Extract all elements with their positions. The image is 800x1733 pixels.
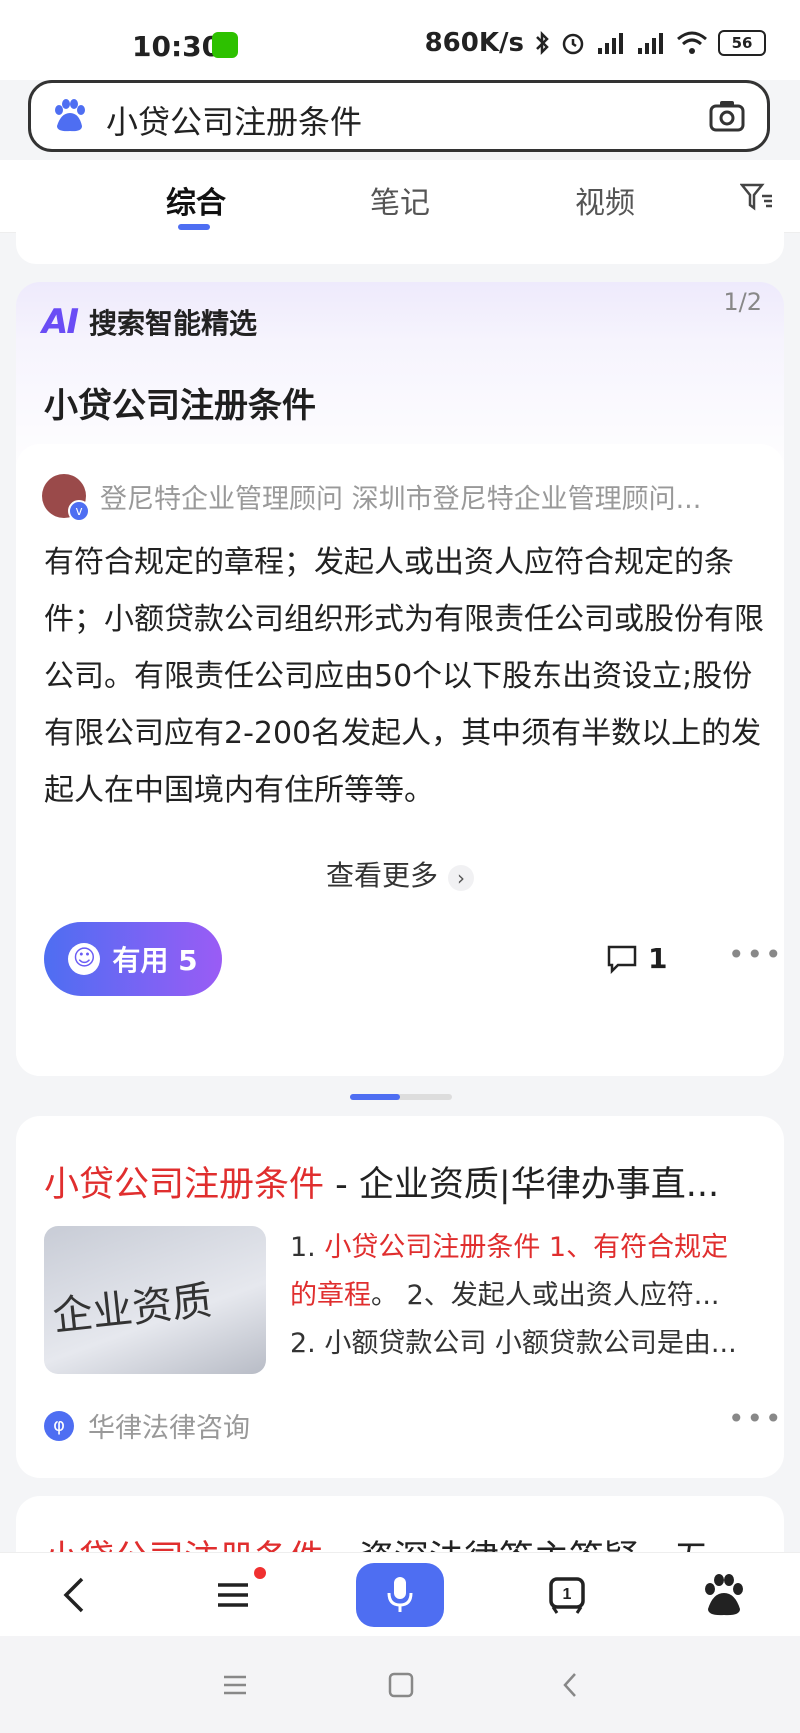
system-back-icon[interactable] [556,1670,586,1700]
ai-summary-card: AI 搜索智能精选 1/2 小贷公司注册条件 v 登尼特企业管理顾问 深圳市登尼… [16,282,784,1076]
carousel-indicator [350,1094,452,1100]
system-home-icon[interactable] [386,1670,416,1700]
baidu-paw-icon [55,99,85,132]
ai-answer-panel: v 登尼特企业管理顾问 深圳市登尼特企业管理顾问... 有符合规定的章程；发起人… [16,444,784,1076]
search-input[interactable]: 小贷公司注册条件 [106,97,362,143]
see-more-label: 查看更多 [325,859,438,892]
bottom-toolbar: 1 [0,1552,800,1637]
source-row[interactable]: v 登尼特企业管理顾问 深圳市登尼特企业管理顾问... [42,474,702,522]
result-snippet: 1. 小贷公司注册条件 1、有符合规定 的章程。 2、发起人或出资人应符... … [290,1232,737,1359]
source-avatar: v [42,474,90,522]
voice-search-button[interactable] [356,1563,444,1627]
battery-icon: 56 [718,30,766,56]
filter-icon[interactable] [740,182,774,212]
clock: 10:30 [132,30,222,63]
system-menu-icon[interactable] [220,1670,250,1700]
ai-badge: AI 搜索智能精选 [42,302,257,342]
menu-icon[interactable] [210,1571,258,1619]
signal-icon [638,33,663,54]
source-name: 登尼特企业管理顾问 深圳市登尼特企业管理顾问... [100,483,702,515]
smiley-icon: ☺ [68,943,101,975]
status-icons: 860K/s 56 [425,28,766,58]
see-more-button[interactable]: 查看更多 › [16,854,784,894]
page-indicator: 1/2 [723,288,762,316]
tab-videos[interactable]: 视频 [575,178,635,222]
ai-answer-text: 有符合规定的章程；发起人或出资人应符合规定的条件；小额贷款公司组织形式为有限责任… [44,545,764,808]
system-navigation-bar [0,1636,800,1733]
tab-notes[interactable]: 笔记 [370,178,430,222]
tabs-counter-icon[interactable]: 1 [543,1571,591,1619]
verified-icon: v [68,500,90,522]
more-options-icon[interactable]: ••• [728,938,784,971]
result-title[interactable]: 小贷公司注册条件 - 企业资质|华律办事直... [44,1156,719,1207]
search-result-card[interactable]: 小贷公司注册条件 - 企业资质|华律办事直... 企业资质 1. 小贷公司注册条… [16,1116,784,1478]
alarm-icon [562,33,584,55]
next-result-card[interactable]: 小贷公司注册条件 - 资深法律答主答疑 - 五 [16,1496,784,1556]
microphone-icon [387,1577,413,1612]
baidu-home-icon[interactable] [700,1571,748,1619]
notification-dot [254,1567,266,1579]
search-bar[interactable]: 小贷公司注册条件 [28,80,770,152]
result-more-icon[interactable]: ••• [728,1402,784,1435]
comment-count: 1 [648,942,668,975]
back-icon[interactable] [52,1571,100,1619]
previous-card-edge [16,232,784,264]
ai-badge-label: 搜索智能精选 [88,307,257,340]
result-tabs: 综合 笔记 视频 [0,160,800,233]
bluetooth-icon [536,30,549,56]
useful-label: 有用 5 [112,944,198,977]
tab-comprehensive[interactable]: 综合 [166,178,226,222]
ai-logo-icon: AI [42,302,79,342]
wifi-icon [677,31,707,54]
ai-card-title: 小贷公司注册条件 [44,386,316,426]
status-bar: 10:30 860K/s 56 [0,0,800,80]
comment-icon [607,945,637,974]
result-thumbnail[interactable]: 企业资质 [44,1226,266,1374]
useful-button[interactable]: ☺ 有用 5 [44,922,222,996]
result-source-name: 华律法律咨询 [88,1413,250,1444]
source-logo-icon: φ [44,1410,74,1441]
active-tab-indicator [178,224,210,230]
chevron-right-icon: › [448,865,474,891]
camera-icon[interactable] [709,99,745,133]
svg-text:1: 1 [563,1586,572,1603]
network-speed: 860K/s [424,28,524,58]
comment-button[interactable]: 1 [606,942,667,975]
result-source[interactable]: φ 华律法律咨询 [44,1406,250,1445]
signal-hd-icon [598,33,623,54]
wechat-notification-icon [212,32,238,58]
thumbnail-handwriting: 企业资质 [50,1277,215,1341]
